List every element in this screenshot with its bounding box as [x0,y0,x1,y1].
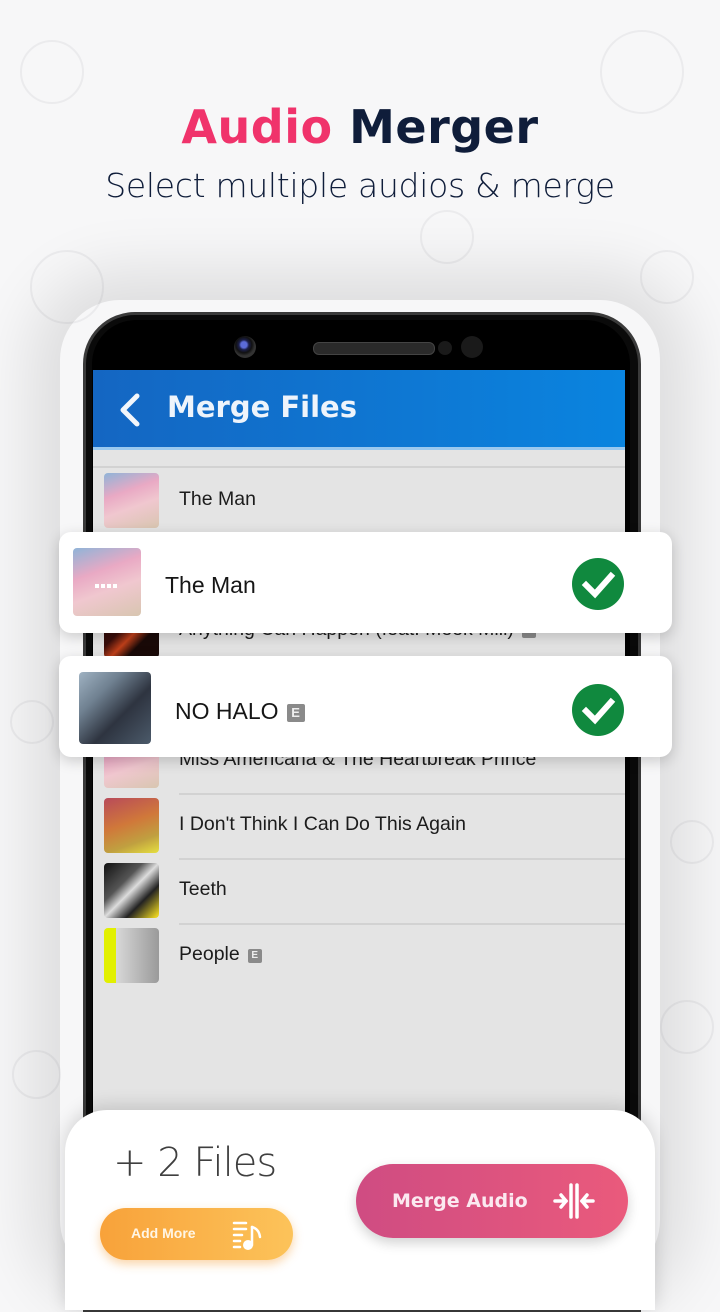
selected-card-the-man[interactable]: The Man [59,532,672,633]
song-list-item[interactable]: The Man [93,468,625,533]
song-list-item[interactable]: Teeth [93,858,625,923]
add-more-button[interactable]: Add More [100,1208,293,1260]
earpiece-speaker [313,342,435,355]
front-camera-icon [234,336,256,358]
promo-headline: Audio Merger [0,100,720,154]
explicit-badge: E [286,704,305,722]
song-title: Teeth [179,878,227,901]
check-circle-icon[interactable] [572,558,624,610]
divider [179,923,625,925]
chevron-left-icon[interactable] [115,392,145,428]
selected-files-count: + 2 Files [113,1140,277,1186]
song-title: NO HALO E [175,698,305,725]
selected-card-no-halo[interactable]: NO HALO E [59,656,672,757]
album-art-thumbnail [104,798,159,853]
light-sensor [461,336,483,358]
merge-arrows-icon [552,1183,596,1219]
song-title: The Man [165,572,256,598]
album-art-thumbnail [104,473,159,528]
check-circle-icon[interactable] [572,684,624,736]
divider [179,858,625,860]
album-art-thumbnail [79,672,151,744]
app-bar: Merge Files [93,370,625,450]
page-title: Merge Files [167,390,357,424]
headline-rest: Merger [349,100,539,154]
merge-audio-label: Merge Audio [392,1190,528,1212]
song-list-item[interactable]: People E [93,923,625,988]
proximity-sensor [438,341,452,355]
song-title: People E [179,943,262,966]
divider [179,793,625,795]
song-title-text: NO HALO [175,698,279,724]
headline-accent: Audio [181,100,333,154]
explicit-badge: E [247,949,262,963]
promo-subheadline: Select multiple audios & merge [105,166,615,205]
song-title-text: The Man [179,488,256,510]
song-title-text: Teeth [179,878,227,900]
album-art-thumbnail [73,548,141,616]
song-list-item[interactable]: I Don't Think I Can Do This Again [93,793,625,858]
merge-audio-button[interactable]: Merge Audio [356,1164,628,1238]
add-more-label: Add More [131,1225,196,1241]
album-art-thumbnail [104,863,159,918]
playlist-music-icon [232,1219,264,1251]
song-title: The Man [179,488,256,511]
song-title-text: I Don't Think I Can Do This Again [179,813,466,835]
song-title: I Don't Think I Can Do This Again [179,813,466,836]
song-title-text: People [179,943,240,965]
album-art-thumbnail [104,928,159,983]
